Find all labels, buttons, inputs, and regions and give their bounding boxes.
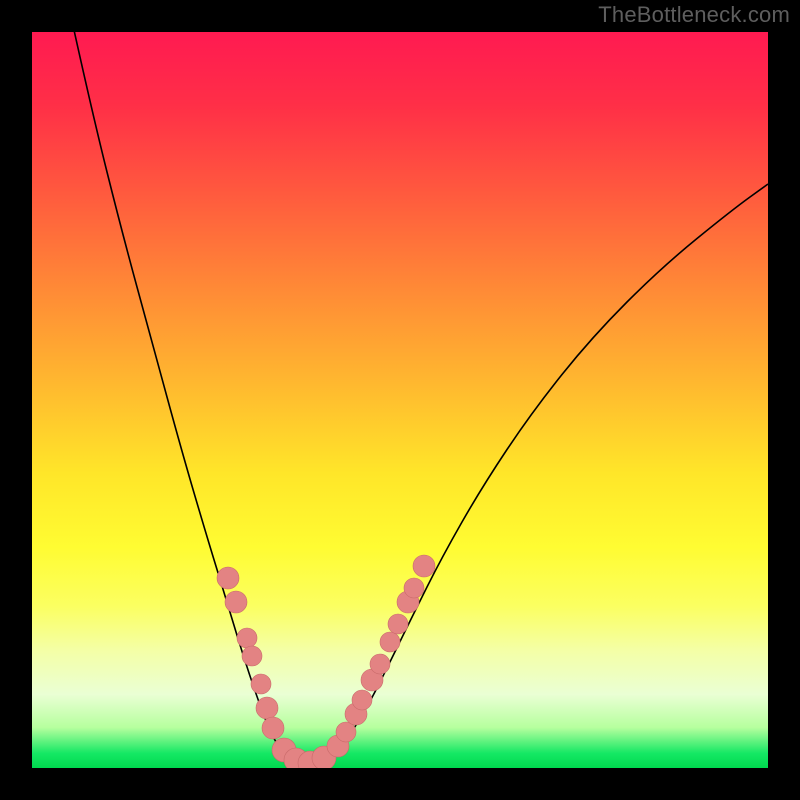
curve-marker xyxy=(388,614,408,634)
curve-marker xyxy=(413,555,435,577)
curve-marker xyxy=(251,674,271,694)
curve-marker xyxy=(217,567,239,589)
curve-marker xyxy=(380,632,400,652)
chart-svg xyxy=(32,32,768,768)
curve-marker xyxy=(237,628,257,648)
watermark-text: TheBottleneck.com xyxy=(598,2,790,28)
curve-marker xyxy=(336,722,356,742)
curve-markers xyxy=(217,555,435,768)
curve-marker xyxy=(352,690,372,710)
plot-area xyxy=(32,32,768,768)
bottleneck-curve xyxy=(70,32,768,765)
image-root: TheBottleneck.com xyxy=(0,0,800,800)
curve-marker xyxy=(225,591,247,613)
curve-marker xyxy=(370,654,390,674)
curve-marker xyxy=(242,646,262,666)
curve-marker xyxy=(256,697,278,719)
curve-marker xyxy=(404,578,424,598)
curve-marker xyxy=(262,717,284,739)
